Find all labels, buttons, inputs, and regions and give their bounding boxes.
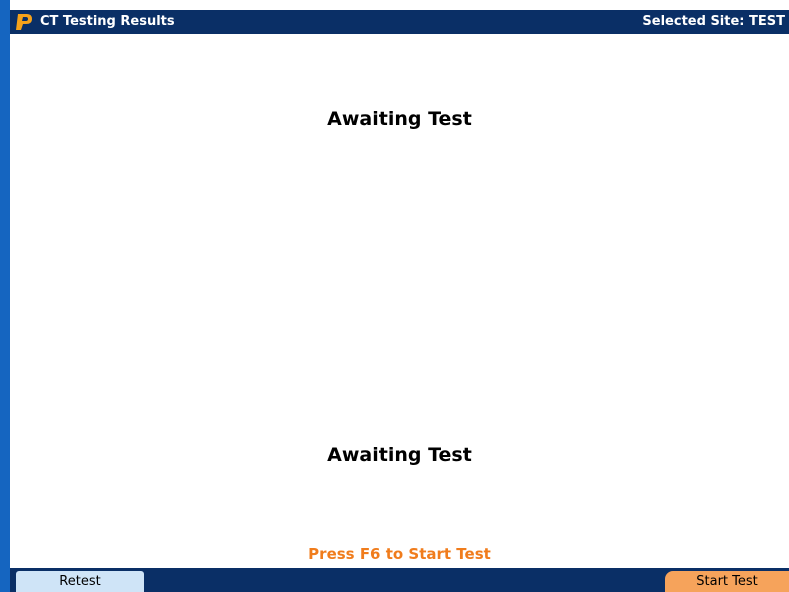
softkey-bar: Retest Start Test (10, 568, 789, 592)
selected-site-label: Selected Site: TEST (642, 14, 785, 29)
ct-testing-screen: CT Testing Results Selected Site: TEST A… (0, 0, 789, 592)
title-bar: CT Testing Results Selected Site: TEST (10, 10, 789, 34)
window-title: CT Testing Results (40, 14, 175, 29)
left-window-border (0, 0, 10, 592)
status-awaiting-test-top: Awaiting Test (327, 108, 472, 130)
p-logo-icon (16, 14, 32, 30)
retest-button[interactable]: Retest (16, 571, 144, 592)
status-awaiting-test-bottom: Awaiting Test (327, 444, 472, 466)
start-test-button[interactable]: Start Test (665, 571, 789, 592)
start-test-prompt: Press F6 to Start Test (308, 545, 491, 563)
